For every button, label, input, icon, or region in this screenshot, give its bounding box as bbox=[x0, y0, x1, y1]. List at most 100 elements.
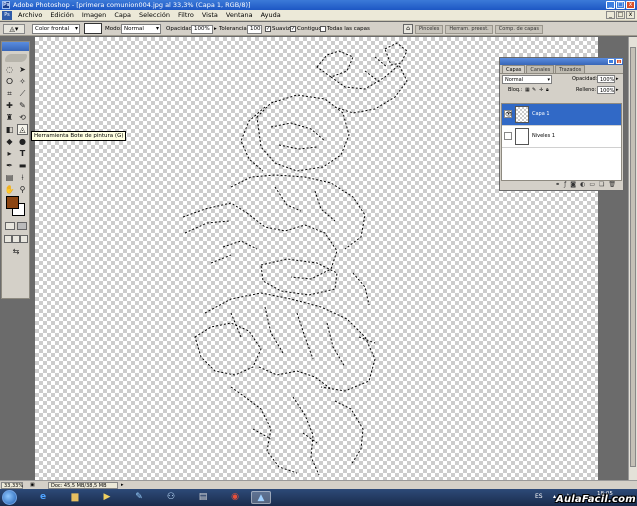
brush-tool-icon[interactable]: ✎ bbox=[17, 100, 28, 111]
all-layers-checkbox[interactable] bbox=[320, 25, 326, 32]
menu-imagen[interactable]: Imagen bbox=[78, 10, 110, 21]
file-explorer-icon[interactable]: ▆ bbox=[65, 491, 85, 504]
type-tool-icon[interactable]: T bbox=[17, 148, 28, 159]
foreground-color-swatch[interactable] bbox=[6, 196, 19, 209]
layer-opacity-arrow-icon[interactable]: ▸ bbox=[616, 75, 619, 83]
close-button[interactable]: x bbox=[626, 1, 635, 9]
fill-field[interactable]: 100% bbox=[597, 86, 615, 94]
tab-trazados[interactable]: Trazados bbox=[555, 65, 586, 73]
opacity-field[interactable]: 100% bbox=[191, 25, 213, 34]
layer-opacity-field[interactable]: 100% bbox=[597, 75, 615, 83]
lock-image-icon[interactable]: ✎ bbox=[532, 86, 536, 94]
lock-position-icon[interactable]: ✛ bbox=[539, 86, 543, 94]
hand-tool-icon[interactable]: ✋ bbox=[4, 184, 15, 195]
layer-visibility-eye-icon[interactable]: 👁︎ bbox=[504, 110, 513, 118]
path-selection-tool-icon[interactable]: ▸ bbox=[4, 148, 15, 159]
lock-all-icon[interactable]: 🔒︎ bbox=[546, 86, 549, 94]
magic-wand-tool-icon[interactable]: ✧ bbox=[17, 76, 28, 87]
adjustment-layer-icon[interactable]: ◐ bbox=[580, 181, 585, 189]
menu-filtro[interactable]: Filtro bbox=[174, 10, 198, 21]
move-tool-icon[interactable]: ➤ bbox=[17, 64, 28, 75]
zoom-level[interactable]: 33,33% bbox=[1, 482, 23, 489]
mode-select[interactable]: Normal bbox=[121, 24, 161, 34]
menu-capa[interactable]: Capa bbox=[110, 10, 135, 21]
internet-explorer-icon[interactable]: e bbox=[33, 491, 53, 504]
ps-menu-icon[interactable]: Ps bbox=[2, 10, 12, 20]
paint-bucket-preset-icon[interactable]: ◬▾ bbox=[3, 24, 25, 34]
palette-close-button[interactable]: x bbox=[616, 59, 622, 64]
clone-stamp-tool-icon[interactable]: ♜ bbox=[4, 112, 15, 123]
layer-row-capa-1[interactable]: 👁︎ Capa 1 bbox=[502, 104, 621, 126]
menu-ayuda[interactable]: Ayuda bbox=[257, 10, 285, 21]
menu-seleccion[interactable]: Selección bbox=[135, 10, 174, 21]
standard-mode-button[interactable] bbox=[5, 222, 15, 230]
healing-brush-tool-icon[interactable]: ✚ bbox=[4, 100, 15, 111]
new-layer-icon[interactable]: ❏ bbox=[599, 181, 604, 189]
doc-restore-button[interactable]: □ bbox=[616, 11, 625, 19]
paint-icon[interactable]: ✎ bbox=[129, 491, 149, 504]
smooth-checkbox[interactable]: ✓ bbox=[265, 25, 271, 32]
status-menu-arrow-icon[interactable]: ▸ bbox=[121, 482, 124, 489]
zoom-tool-icon[interactable]: ⚲ bbox=[17, 184, 28, 195]
marquee-tool-icon[interactable]: ◌ bbox=[4, 64, 15, 75]
fill-arrow-icon[interactable]: ▸ bbox=[616, 86, 619, 94]
maximize-button[interactable]: □ bbox=[616, 1, 625, 9]
doc-minimize-button[interactable]: _ bbox=[606, 11, 615, 19]
palette-tab-comp-capas[interactable]: Comp. de capas bbox=[494, 24, 544, 34]
lock-transparency-icon[interactable]: ▦ bbox=[525, 86, 530, 94]
file-browser-icon[interactable]: ⌂ bbox=[403, 24, 413, 34]
all-layers-option[interactable]: Todas las capas bbox=[320, 24, 370, 34]
imageready-jump-icon[interactable]: ⇆ bbox=[7, 246, 25, 257]
palette-minimize-button[interactable]: _ bbox=[608, 59, 614, 64]
layer-row-niveles-1[interactable]: Niveles 1 bbox=[502, 126, 621, 148]
network-app-icon[interactable]: ⚇ bbox=[161, 491, 181, 504]
photoshop-taskbar-icon[interactable]: ▲ bbox=[251, 491, 271, 504]
crop-tool-icon[interactable]: ⌗ bbox=[4, 88, 15, 99]
notes-tool-icon[interactable]: ▤ bbox=[4, 172, 15, 183]
shape-tool-icon[interactable]: ▬ bbox=[17, 160, 28, 171]
eraser-tool-icon[interactable]: ◧ bbox=[4, 124, 15, 135]
slice-tool-icon[interactable]: ⟋ bbox=[17, 88, 28, 99]
blend-mode-select[interactable]: Normal bbox=[502, 75, 552, 84]
scanner-icon[interactable]: ▤ bbox=[193, 491, 213, 504]
screen-mode-standard-button[interactable] bbox=[4, 235, 12, 243]
opacity-arrow-icon[interactable]: ▸ bbox=[214, 24, 217, 34]
tab-canales[interactable]: Canales bbox=[526, 65, 555, 73]
contiguous-option[interactable]: ✓ Contiguo bbox=[290, 24, 322, 34]
menu-ventana[interactable]: Ventana bbox=[222, 10, 257, 21]
eyedropper-tool-icon[interactable]: ⟊ bbox=[17, 172, 28, 183]
paint-bucket-tool-icon[interactable]: ◬ bbox=[17, 124, 28, 135]
adobe-feather-icon[interactable] bbox=[5, 54, 27, 62]
contiguous-checkbox[interactable]: ✓ bbox=[290, 25, 296, 32]
tolerance-field[interactable]: 100 bbox=[247, 25, 262, 34]
delete-layer-icon[interactable]: 🗑︎ bbox=[608, 181, 616, 189]
chrome-icon[interactable]: ◉ bbox=[225, 491, 245, 504]
menu-edicion[interactable]: Edición bbox=[46, 10, 78, 21]
blur-tool-icon[interactable]: ◆ bbox=[4, 136, 15, 147]
menu-archivo[interactable]: Archivo bbox=[14, 10, 46, 21]
screen-mode-full-menu-button[interactable] bbox=[12, 235, 20, 243]
dodge-tool-icon[interactable]: ● bbox=[17, 136, 28, 147]
pen-tool-icon[interactable]: ✒ bbox=[4, 160, 15, 171]
palette-tab-herramientas[interactable]: Herram. preest. bbox=[445, 24, 493, 34]
doc-close-button[interactable]: x bbox=[626, 11, 635, 19]
menu-vista[interactable]: Vista bbox=[198, 10, 222, 21]
screen-mode-full-button[interactable] bbox=[20, 235, 28, 243]
vertical-scrollbar[interactable] bbox=[628, 37, 637, 480]
layer-visibility-toggle[interactable] bbox=[504, 132, 512, 140]
tab-capas[interactable]: Capas bbox=[502, 65, 526, 73]
minimize-button[interactable]: _ bbox=[606, 1, 615, 9]
lasso-tool-icon[interactable]: ⵔ bbox=[4, 76, 15, 87]
layers-palette-titlebar[interactable]: _ x bbox=[500, 58, 623, 65]
language-indicator[interactable]: ES bbox=[535, 493, 543, 500]
palette-tab-pinceles[interactable]: Pinceles bbox=[415, 24, 444, 34]
layer-mask-icon[interactable]: ◙ bbox=[570, 181, 576, 189]
link-layers-icon[interactable]: ⚭ bbox=[555, 181, 560, 189]
layer-style-icon[interactable]: ƒ bbox=[564, 181, 566, 189]
new-group-icon[interactable]: ▭ bbox=[589, 181, 595, 189]
quick-mask-button[interactable] bbox=[17, 222, 27, 230]
fill-source-select[interactable]: Color frontal bbox=[32, 24, 80, 34]
media-player-icon[interactable]: ▶ bbox=[97, 491, 117, 504]
history-brush-tool-icon[interactable]: ⟲ bbox=[17, 112, 28, 123]
scrollbar-thumb[interactable] bbox=[630, 47, 636, 467]
